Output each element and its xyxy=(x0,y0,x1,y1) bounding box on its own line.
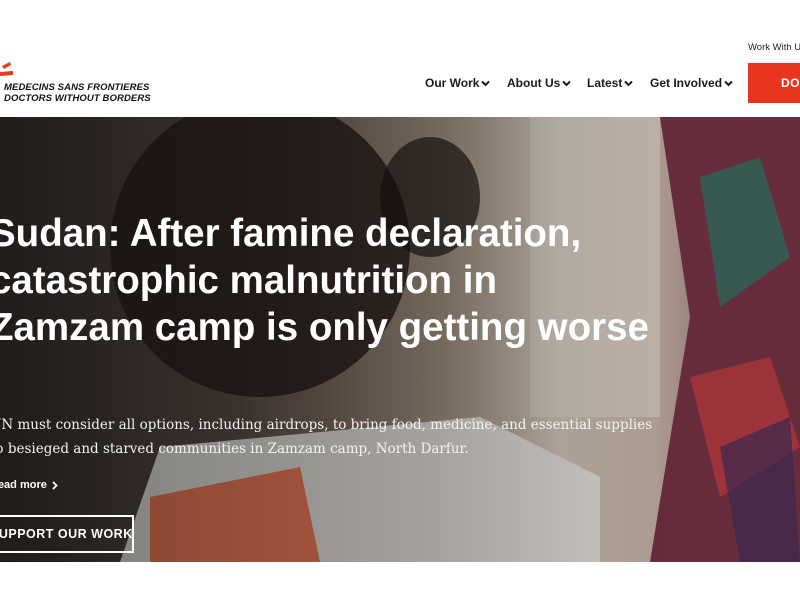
nav-item-our-work[interactable]: Our Work xyxy=(425,76,491,90)
logo-text-line1: MEDECINS SANS FRONTIERES xyxy=(4,82,150,93)
nav-item-label: Our Work xyxy=(425,76,480,90)
nav-item-label: Get Involved xyxy=(650,76,723,90)
nav-item-label: Latest xyxy=(587,76,623,90)
logo-text-line2: DOCTORS WITHOUT BORDERS xyxy=(4,93,151,104)
read-more-label: Read more xyxy=(0,479,47,491)
donate-button[interactable]: DONATE xyxy=(748,63,800,103)
nav-item-about-us[interactable]: About Us xyxy=(507,76,572,90)
hero-subtext: UN must consider all options, including … xyxy=(0,417,653,457)
nav-item-label: About Us xyxy=(507,76,561,90)
chevron-right-icon xyxy=(52,480,58,490)
msf-logo-mark-icon xyxy=(0,62,13,76)
work-with-us-link[interactable]: Work With Us xyxy=(748,42,800,53)
hero-banner: Sudan: After famine declaration, catastr… xyxy=(0,117,800,562)
read-more-link[interactable]: Read more xyxy=(0,479,58,491)
support-our-work-button[interactable]: SUPPORT OUR WORK xyxy=(0,515,134,553)
chevron-down-icon xyxy=(481,81,491,87)
site-header: MEDECINS SANS FRONTIERES DOCTORS WITHOUT… xyxy=(0,0,800,117)
chevron-down-icon xyxy=(624,81,634,87)
nav-item-latest[interactable]: Latest xyxy=(587,76,634,90)
msf-logo[interactable]: MEDECINS SANS FRONTIERES DOCTORS WITHOUT… xyxy=(0,60,151,104)
nav-item-get-involved[interactable]: Get Involved xyxy=(650,76,733,90)
chevron-down-icon xyxy=(724,81,733,87)
chevron-down-icon xyxy=(562,81,572,87)
hero-headline: Sudan: After famine declaration, catastr… xyxy=(0,212,649,349)
